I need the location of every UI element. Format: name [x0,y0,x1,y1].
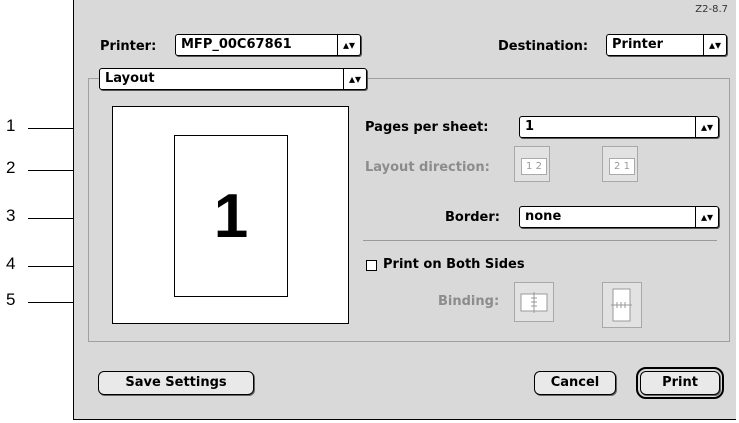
printer-popup[interactable]: MFP_00C67861 ▴▾ [175,34,361,56]
popup-arrows-icon: ▴▾ [337,35,360,55]
popup-arrows-icon: ▴▾ [343,69,366,89]
binding-label: Binding: [438,294,500,309]
figure-id: Z2-8.7 [695,4,728,15]
popup-arrows-icon: ▴▾ [703,35,726,55]
printer-value: MFP_00C67861 [181,37,292,52]
border-value: none [525,209,562,224]
preview-page-number: 1 [213,182,249,251]
layout-direction-right-to-left-button[interactable]: 2 1 [602,146,638,182]
callout-4: 4 [6,254,16,273]
callout-3: 3 [6,206,16,225]
pages-per-sheet-value: 1 [525,119,535,134]
binding-short-edge-button[interactable] [602,282,642,328]
pages-per-sheet-label: Pages per sheet: [365,120,489,135]
popup-arrows-icon: ▴▾ [695,117,718,137]
cancel-button[interactable]: Cancel [534,371,616,395]
panel-menu-popup[interactable]: Layout ▴▾ [99,68,367,90]
printer-label: Printer: [100,39,157,54]
print-dialog: Z2-8.7 Printer: MFP_00C67861 ▴▾ Destinat… [73,0,736,420]
print-both-sides-label: Print on Both Sides [383,257,525,272]
print-button[interactable]: Print [636,367,724,399]
destination-popup[interactable]: Printer ▴▾ [606,34,727,56]
destination-label: Destination: [498,39,589,54]
border-popup[interactable]: none ▴▾ [519,206,719,228]
print-both-sides-checkbox[interactable] [366,260,377,271]
layout-rtl-icon: 2 1 [609,158,635,175]
binding-short-edge-icon [611,288,632,322]
layout-ltr-icon: 1 2 [521,158,547,175]
pages-per-sheet-popup[interactable]: 1 ▴▾ [519,116,719,138]
callout-2: 2 [6,158,16,177]
separator [363,240,717,241]
callout-1: 1 [6,116,16,135]
destination-value: Printer [612,37,664,52]
callout-5: 5 [6,290,16,309]
popup-arrows-icon: ▴▾ [695,207,718,227]
save-settings-button[interactable]: Save Settings [98,371,254,395]
binding-long-edge-icon [520,292,548,313]
border-label: Border: [445,210,500,225]
preview-page: 1 [174,135,288,297]
panel-menu-value: Layout [105,71,155,86]
layout-direction-left-to-right-button[interactable]: 1 2 [514,146,550,182]
layout-preview: 1 [112,106,349,324]
binding-long-edge-button[interactable] [514,282,554,322]
layout-direction-label: Layout direction: [365,160,490,175]
